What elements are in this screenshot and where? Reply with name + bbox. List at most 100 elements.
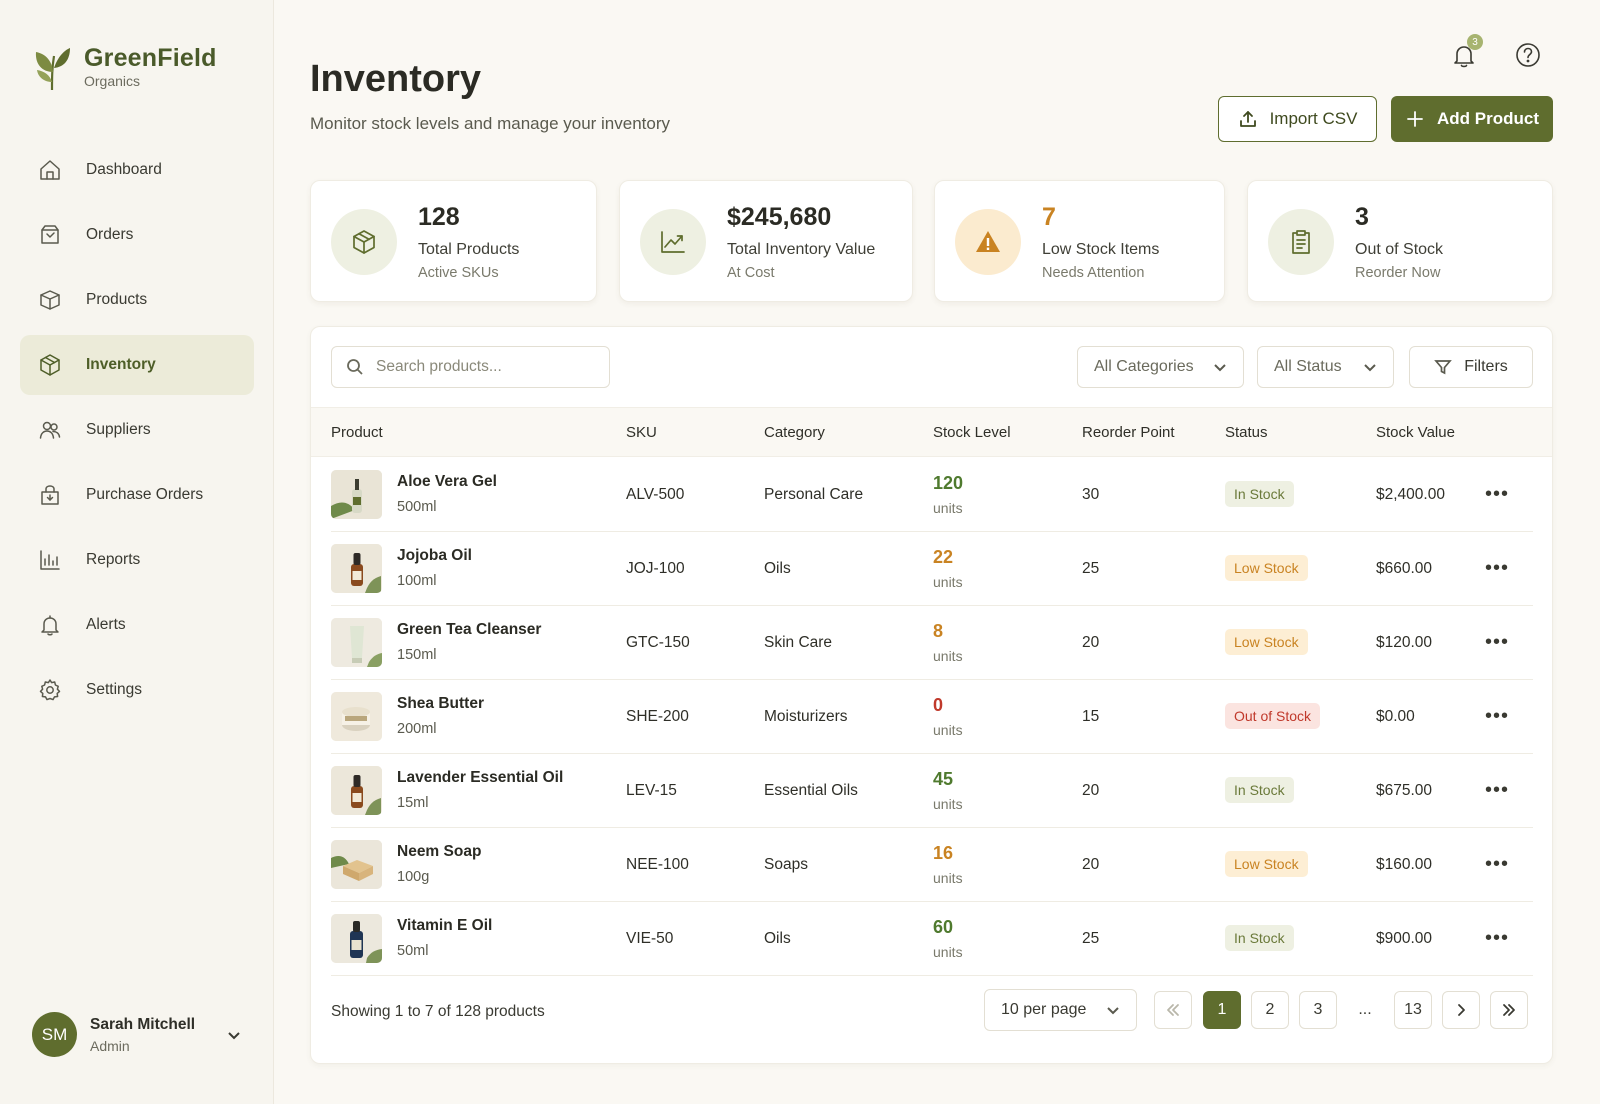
product-size: 100g: [397, 869, 430, 885]
stat-sub: Active SKUs: [418, 265, 499, 281]
page-13-button[interactable]: 13: [1394, 991, 1432, 1029]
page-3-button[interactable]: 3: [1299, 991, 1337, 1029]
user-menu[interactable]: SM Sarah Mitchell Admin: [32, 1012, 242, 1057]
filters-button[interactable]: Filters: [1409, 346, 1533, 388]
product-size: 150ml: [397, 647, 437, 663]
brand-name: GreenField: [84, 44, 217, 72]
product-sku: GTC-150: [626, 634, 690, 651]
table-row[interactable]: Green Tea Cleanser 150ml GTC-150 Skin Care 8…: [331, 605, 1533, 680]
next-page-button[interactable]: [1442, 991, 1480, 1029]
sidebar-item-orders[interactable]: Orders: [20, 205, 254, 265]
table-row[interactable]: Aloe Vera Gel 500ml ALV-500 Personal Care 12…: [331, 457, 1533, 532]
product-name[interactable]: Neem Soap: [397, 843, 481, 861]
column-header-stock-level[interactable]: Stock Level: [933, 424, 1011, 441]
sidebar-item-suppliers[interactable]: Suppliers: [20, 400, 254, 460]
column-header-sku[interactable]: SKU: [626, 424, 657, 441]
product-thumbnail: [331, 692, 382, 741]
product-thumbnail: [331, 840, 382, 889]
status-badge-in-stock: In Stock: [1225, 481, 1294, 507]
product-sku: SHE-200: [626, 708, 689, 725]
chevron-down-icon[interactable]: [226, 1027, 242, 1043]
notification-count-badge: 3: [1467, 34, 1483, 50]
chevron-down-icon: [1214, 364, 1226, 372]
category-select-value: All Categories: [1094, 358, 1194, 375]
sidebar-item-products[interactable]: Products: [20, 270, 254, 330]
notifications-button[interactable]: 3: [1449, 34, 1483, 70]
product-category: Personal Care: [764, 486, 864, 503]
product-category: Skin Care: [764, 634, 833, 651]
product-size: 100ml: [397, 573, 437, 589]
reorder-point: 20: [1082, 856, 1100, 873]
status-badge-low-stock: Low Stock: [1225, 629, 1308, 655]
sidebar-nav: Dashboard Orders Products Inventory Supp…: [20, 140, 254, 725]
stat-label: Low Stock Items: [1042, 241, 1160, 258]
sidebar-item-alerts[interactable]: Alerts: [20, 595, 254, 655]
more-actions-icon[interactable]: •••: [1483, 777, 1511, 803]
table-row[interactable]: Vitamin E Oil 50ml VIE-50 Oils 60 units 25 In S…: [331, 901, 1533, 976]
sidebar-item-label: Inventory: [86, 356, 156, 373]
product-name[interactable]: Green Tea Cleanser: [397, 621, 541, 639]
plus-icon: [1407, 111, 1423, 127]
search-input[interactable]: [376, 358, 596, 376]
last-page-button[interactable]: [1490, 991, 1528, 1029]
product-name[interactable]: Shea Butter: [397, 695, 484, 713]
more-actions-icon[interactable]: •••: [1483, 703, 1511, 729]
sidebar-item-reports[interactable]: Reports: [20, 530, 254, 590]
product-name[interactable]: Jojoba Oil: [397, 547, 472, 565]
column-header-product[interactable]: Product: [331, 424, 383, 441]
table-row[interactable]: Neem Soap 100g NEE-100 Soaps 16 units 20 Low St…: [331, 827, 1533, 902]
brand-logo[interactable]: GreenField Organics: [32, 42, 217, 92]
table-header: Product SKU Category Stock Level Reorder…: [311, 407, 1552, 457]
column-header-stock-value[interactable]: Stock Value: [1376, 424, 1455, 441]
category-select[interactable]: All Categories: [1077, 346, 1244, 388]
page-1-button[interactable]: 1: [1203, 991, 1241, 1029]
sidebar-item-label: Purchase Orders: [86, 486, 204, 503]
import-csv-button[interactable]: Import CSV: [1218, 96, 1377, 142]
stat-value: 7: [1042, 203, 1056, 231]
more-actions-icon[interactable]: •••: [1483, 629, 1511, 655]
sidebar-item-dashboard[interactable]: Dashboard: [20, 140, 254, 200]
help-button[interactable]: [1513, 40, 1543, 70]
product-name[interactable]: Lavender Essential Oil: [397, 769, 563, 787]
reorder-point: 20: [1082, 782, 1100, 799]
reorder-point: 25: [1082, 560, 1100, 577]
sidebar-item-label: Reports: [86, 551, 141, 568]
product-name[interactable]: Aloe Vera Gel: [397, 473, 497, 491]
per-page-select[interactable]: 10 per page: [984, 989, 1137, 1031]
add-product-button[interactable]: Add Product: [1391, 96, 1553, 142]
table-row[interactable]: Lavender Essential Oil 15ml LEV-15 Essentia…: [331, 753, 1533, 828]
sidebar-item-inventory[interactable]: Inventory: [20, 335, 254, 395]
table-row[interactable]: Jojoba Oil 100ml JOJ-100 Oils 22 units 25 Low S…: [331, 531, 1533, 606]
more-actions-icon[interactable]: •••: [1483, 481, 1511, 507]
stock-level-unit: units: [933, 574, 963, 590]
column-header-status[interactable]: Status: [1225, 424, 1268, 441]
stock-value: $900.00: [1376, 930, 1433, 947]
more-actions-icon[interactable]: •••: [1483, 925, 1511, 951]
stat-card-out-of-stock: 3 Out of Stock Reorder Now: [1247, 180, 1553, 302]
stock-level-unit: units: [933, 648, 963, 664]
stock-level-unit: units: [933, 796, 963, 812]
inventory-table-panel: All Categories All Status Filters Produc…: [310, 326, 1553, 1064]
chart-icon: [40, 550, 60, 570]
table-row[interactable]: Shea Butter 200ml SHE-200 Moisturizers 0 unit…: [331, 679, 1533, 754]
sidebar-item-label: Dashboard: [86, 161, 162, 178]
search-box[interactable]: [331, 346, 610, 388]
status-select[interactable]: All Status: [1257, 346, 1394, 388]
first-page-button[interactable]: [1154, 991, 1192, 1029]
column-header-reorder-point[interactable]: Reorder Point: [1082, 424, 1175, 441]
product-sku: NEE-100: [626, 856, 689, 873]
reorder-point: 20: [1082, 634, 1100, 651]
brand-subtitle: Organics: [84, 73, 141, 89]
sidebar-item-settings[interactable]: Settings: [20, 660, 254, 720]
column-header-category[interactable]: Category: [764, 424, 825, 441]
user-name: Sarah Mitchell: [90, 1015, 196, 1033]
more-actions-icon[interactable]: •••: [1483, 851, 1511, 877]
sidebar-item-label: Alerts: [86, 616, 126, 633]
more-actions-icon[interactable]: •••: [1483, 555, 1511, 581]
page-2-button[interactable]: 2: [1251, 991, 1289, 1029]
product-name[interactable]: Vitamin E Oil: [397, 917, 492, 935]
sidebar-item-label: Orders: [86, 226, 134, 243]
pagination-summary: Showing 1 to 7 of 128 products: [331, 1003, 545, 1020]
sidebar-item-purchase-orders[interactable]: Purchase Orders: [20, 465, 254, 525]
import-csv-label: Import CSV: [1269, 109, 1358, 128]
